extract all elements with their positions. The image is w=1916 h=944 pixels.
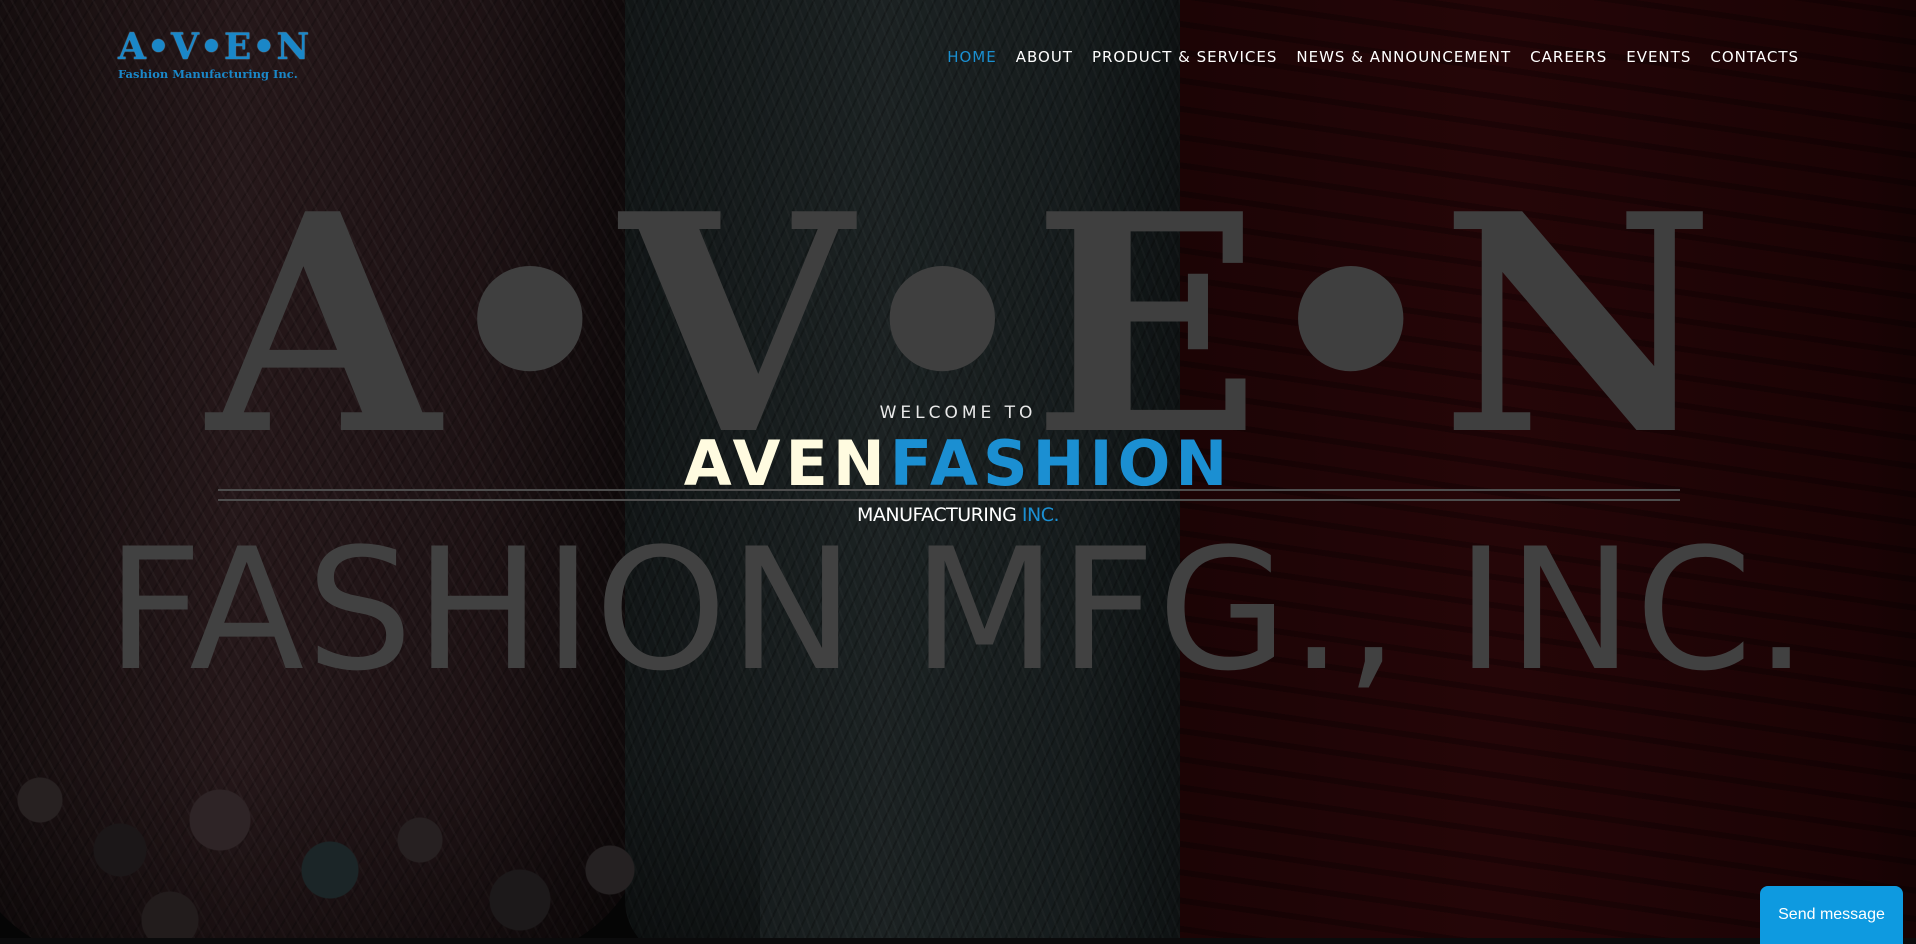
site-logo[interactable]: A•V•E•N Fashion Manufacturing Inc. bbox=[118, 26, 311, 82]
hero-headline: AVENFASHION bbox=[0, 428, 1916, 500]
headline-aven: AVEN bbox=[683, 427, 890, 500]
hero-section: A•V•E•N FASHION MFG., INC. WELCOME TO AV… bbox=[0, 0, 1916, 938]
nav-product-services[interactable]: PRODUCT & SERVICES bbox=[1092, 48, 1277, 66]
nav-events[interactable]: EVENTS bbox=[1626, 48, 1691, 66]
nav-home[interactable]: HOME bbox=[947, 48, 997, 66]
main-nav: HOME ABOUT PRODUCT & SERVICES NEWS & ANN… bbox=[947, 48, 1799, 66]
headline-fashion: FASHION bbox=[889, 427, 1233, 500]
hero-subline: MANUFACTURING INC. bbox=[0, 503, 1916, 527]
nav-about[interactable]: ABOUT bbox=[1016, 48, 1073, 66]
welcome-text: WELCOME TO bbox=[879, 403, 1037, 423]
logo-mark: A•V•E•N bbox=[118, 26, 311, 68]
logo-subtitle: Fashion Manufacturing Inc. bbox=[118, 67, 298, 81]
subline-inc: INC. bbox=[1021, 504, 1060, 526]
watermark-company-text: FASHION MFG., INC. bbox=[106, 512, 1810, 708]
nav-careers[interactable]: CAREERS bbox=[1530, 48, 1607, 66]
send-message-button[interactable]: Send message bbox=[1760, 886, 1903, 944]
nav-contacts[interactable]: CONTACTS bbox=[1710, 48, 1799, 66]
nav-news-announcement[interactable]: NEWS & ANNOUNCEMENT bbox=[1296, 48, 1511, 66]
subline-manufacturing: MANUFACTURING bbox=[856, 504, 1017, 526]
